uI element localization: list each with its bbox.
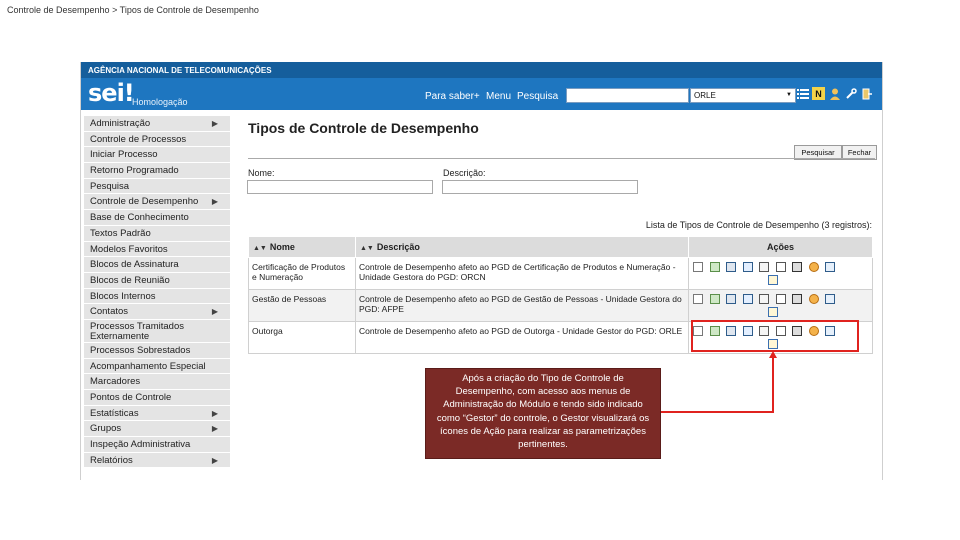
row-description: Controle de Desempenho afeto ao PGD de O…: [355, 321, 689, 354]
callout-connector-vertical: [772, 357, 774, 413]
sidebar-menu: Administração ▶ Controle de Processos Ini…: [84, 116, 230, 469]
search-link[interactable]: Pesquisa: [517, 91, 558, 102]
name-input[interactable]: [247, 180, 433, 194]
divider: [248, 158, 875, 159]
copy-icon[interactable]: [759, 262, 769, 272]
chevron-right-icon: ▶: [211, 424, 218, 434]
breadcrumb: Controle de Desempenho > Tipos de Contro…: [7, 5, 259, 15]
callout-arrow-icon: [769, 351, 777, 358]
sidebar-item-grupos[interactable]: Grupos ▶: [84, 421, 230, 438]
settings-icon[interactable]: [808, 262, 819, 272]
callout-note: Após a criação do Tipo de Controle de De…: [425, 368, 661, 459]
print-icon[interactable]: [792, 262, 802, 272]
sidebar-item-processos-tramitados[interactable]: Processos Tramitados Externamente: [84, 319, 230, 343]
description-label: Descrição:: [443, 168, 486, 178]
list-icon[interactable]: [693, 262, 703, 272]
edit-icon[interactable]: [742, 294, 753, 304]
unit-select[interactable]: ORLE ▼: [690, 88, 796, 103]
list-caption: Lista de Tipos de Controle de Desempenho…: [645, 220, 872, 230]
sidebar-item-inspecao-administrativa[interactable]: Inspeção Administrativa: [84, 437, 230, 453]
sidebar-item-relatorios[interactable]: Relatórios ▶: [84, 452, 230, 469]
sidebar-item-processos-sobrestados[interactable]: Processos Sobrestados: [84, 342, 230, 359]
sei-logo[interactable]: sei!: [88, 79, 135, 107]
column-header-name[interactable]: ▲▼ Nome: [248, 236, 356, 258]
document-icon[interactable]: [775, 294, 786, 304]
download-icon[interactable]: [726, 262, 736, 272]
chart-icon[interactable]: [825, 294, 835, 304]
sort-icon[interactable]: ▲▼: [253, 245, 267, 252]
row-name: Outorga: [248, 321, 356, 354]
sidebar-item-pesquisa[interactable]: Pesquisa: [84, 178, 230, 195]
sidebar-item-acompanhamento-especial[interactable]: Acompanhamento Especial: [84, 358, 230, 375]
table-header-row: ▲▼ Nome ▲▼ Descrição Ações: [248, 236, 873, 258]
action-icons: [692, 294, 869, 317]
user-icon[interactable]: [828, 87, 841, 100]
chart-icon[interactable]: [825, 262, 835, 272]
download-icon[interactable]: [726, 294, 736, 304]
exit-icon[interactable]: [860, 87, 873, 100]
sidebar-item-estatisticas[interactable]: Estatísticas ▶: [84, 405, 230, 422]
row-description: Controle de Desempenho afeto ao PGD de C…: [355, 257, 689, 290]
list-icon[interactable]: [693, 294, 703, 304]
sidebar-item-blocos-reuniao[interactable]: Blocos de Reunião: [84, 272, 230, 289]
sort-icon[interactable]: ▲▼: [360, 245, 374, 252]
tools-icon[interactable]: [844, 87, 857, 100]
search-icon[interactable]: [709, 294, 720, 304]
edit-icon[interactable]: [742, 262, 753, 272]
menu-link[interactable]: Menu: [486, 91, 511, 102]
row-name: Certificação de Produtos e Numeração: [248, 257, 356, 290]
environment-label: Homologação: [132, 97, 188, 107]
unit-select-value: ORLE: [694, 91, 716, 100]
page-title: Tipos de Controle de Desempenho: [248, 120, 479, 136]
copy-icon[interactable]: [759, 294, 769, 304]
sidebar-item-controle-desempenho[interactable]: Controle de Desempenho ▶: [84, 194, 230, 211]
sidebar-item-base-conhecimento[interactable]: Base de Conhecimento: [84, 210, 230, 226]
sidebar-item-iniciar-processo[interactable]: Iniciar Processo: [84, 147, 230, 164]
column-header-description[interactable]: ▲▼ Descrição: [355, 236, 689, 258]
column-header-actions: Ações: [688, 236, 873, 258]
edit-note-icon[interactable]: [768, 307, 778, 317]
settings-icon[interactable]: [808, 294, 819, 304]
list-icon[interactable]: [796, 87, 809, 100]
notification-icon[interactable]: N: [812, 87, 825, 100]
name-label: Nome:: [248, 168, 275, 178]
sidebar-item-retorno-programado[interactable]: Retorno Programado: [84, 163, 230, 179]
chevron-right-icon: ▶: [211, 455, 218, 465]
row-name: Gestão de Pessoas: [248, 289, 356, 322]
chevron-right-icon: ▶: [211, 197, 218, 207]
about-link[interactable]: Para saber+: [425, 91, 480, 102]
description-input[interactable]: [442, 180, 638, 194]
sidebar-item-modelos-favoritos[interactable]: Modelos Favoritos: [84, 241, 230, 258]
agency-bar: AGÊNCIA NACIONAL DE TELECOMUNICAÇÕES: [81, 62, 882, 78]
chevron-right-icon: ▶: [211, 307, 218, 317]
chevron-right-icon: ▶: [211, 119, 218, 128]
chevron-down-icon: ▼: [786, 92, 792, 98]
sidebar-item-blocos-assinatura[interactable]: Blocos de Assinatura: [84, 257, 230, 273]
row-actions: [688, 289, 873, 322]
sidebar-item-blocos-internos[interactable]: Blocos Internos: [84, 288, 230, 305]
edit-note-icon[interactable]: [768, 275, 778, 285]
search-icon[interactable]: [709, 262, 720, 272]
sidebar-item-controle-processos[interactable]: Controle de Processos: [84, 131, 230, 148]
table-row: Certificação de Produtos e Numeração Con…: [248, 257, 873, 290]
actions-highlight-box: [691, 320, 859, 352]
sidebar-item-textos-padrao[interactable]: Textos Padrão: [84, 225, 230, 242]
search-input[interactable]: [566, 88, 689, 103]
print-icon[interactable]: [792, 294, 802, 304]
sidebar-item-contatos[interactable]: Contatos ▶: [84, 304, 230, 320]
row-actions: [688, 257, 873, 290]
sidebar-item-administracao[interactable]: Administração ▶: [84, 116, 230, 132]
sidebar-item-pontos-controle[interactable]: Pontos de Controle: [84, 390, 230, 406]
document-icon[interactable]: [775, 262, 786, 272]
callout-connector-horizontal: [661, 411, 774, 413]
row-description: Controle de Desempenho afeto ao PGD de G…: [355, 289, 689, 322]
sidebar-item-marcadores[interactable]: Marcadores: [84, 374, 230, 390]
top-bar: sei! Homologação Para saber+ Menu Pesqui…: [81, 78, 882, 110]
chevron-right-icon: ▶: [211, 408, 218, 418]
action-icons: [692, 262, 869, 285]
table-row: Gestão de Pessoas Controle de Desempenho…: [248, 289, 873, 322]
